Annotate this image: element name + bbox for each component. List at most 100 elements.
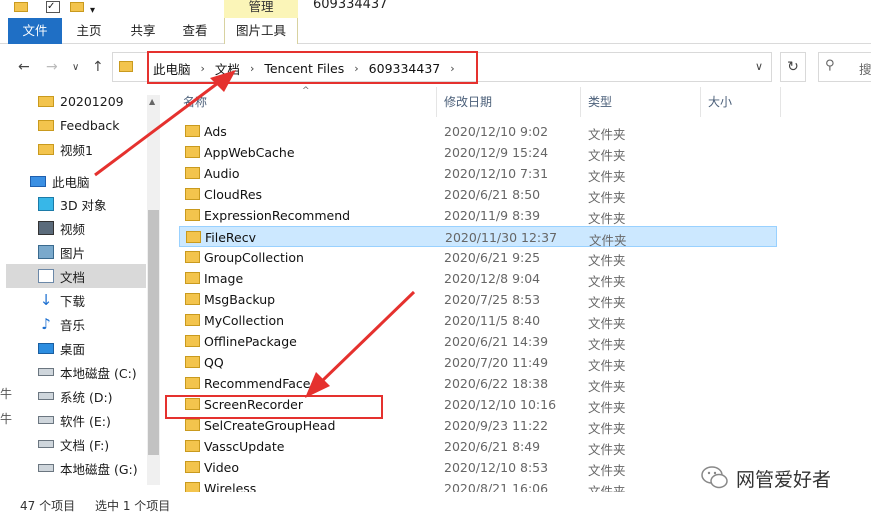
file-name: ExpressionRecommend [204, 208, 351, 223]
tab-view[interactable]: 查看 [180, 18, 210, 44]
music-icon: ♪ [41, 315, 51, 333]
sidebar-item-label: 软件 (E:) [60, 413, 111, 429]
3d-objects-icon [38, 197, 54, 211]
download-icon: ↓ [39, 291, 53, 309]
table-row[interactable]: OfflinePackage 2020/6/21 14:39 文件夹 [179, 331, 777, 352]
search-input[interactable]: ⚲ 搜 [818, 52, 871, 82]
folder-icon [119, 61, 133, 72]
table-row[interactable]: AppWebCache 2020/12/9 15:24 文件夹 [179, 142, 777, 163]
folder-icon [185, 377, 200, 389]
tab-home[interactable]: 主页 [74, 18, 104, 44]
new-folder-icon[interactable] [70, 2, 84, 12]
sidebar-item-label: 系统 (D:) [60, 389, 113, 405]
file-date: 2020/12/10 8:53 [444, 460, 549, 475]
refresh-button[interactable]: ↻ [780, 52, 806, 82]
sidebar-item-documents[interactable]: 文档 [6, 264, 146, 288]
column-header-type[interactable]: 类型 [588, 87, 612, 117]
back-arrow-icon[interactable]: ← [18, 59, 30, 75]
customize-dropdown-icon[interactable]: ▾ [90, 2, 95, 18]
forward-arrow-icon[interactable]: → [46, 59, 58, 75]
file-date: 2020/12/10 10:16 [444, 397, 557, 412]
folder-icon [185, 167, 200, 179]
file-date: 2020/11/9 8:39 [444, 208, 541, 223]
table-row[interactable]: VasscUpdate 2020/6/21 8:49 文件夹 [179, 436, 777, 457]
recent-locations-icon[interactable]: ∨ [72, 62, 79, 73]
file-date: 2020/6/21 9:25 [444, 250, 541, 265]
sidebar-scrollbar[interactable]: ▲ [147, 95, 160, 485]
column-header-size[interactable]: 大小 [708, 87, 732, 117]
file-type: 文件夹 [588, 421, 626, 436]
sidebar-item-label: 视频 [60, 221, 86, 237]
scrollbar-thumb[interactable] [148, 210, 159, 455]
file-date: 2020/7/25 8:53 [444, 292, 541, 307]
table-row[interactable]: MyCollection 2020/11/5 8:40 文件夹 [179, 310, 777, 331]
sidebar-item-label: 视频1 [60, 142, 93, 158]
table-row[interactable]: MsgBackup 2020/7/25 8:53 文件夹 [179, 289, 777, 310]
properties-check-icon[interactable]: ✓ [46, 1, 60, 13]
file-type: 文件夹 [588, 148, 626, 163]
file-name: Video [204, 460, 240, 475]
pc-icon [30, 175, 46, 187]
file-date: 2020/12/10 7:31 [444, 166, 549, 181]
up-arrow-icon[interactable]: ↑ [92, 59, 104, 75]
navigation-pane: 牛 牛 20201209 Feedback 视频1 此电脑 3D 对象 视频 图… [0, 87, 160, 492]
file-date: 2020/12/9 15:24 [444, 145, 549, 160]
table-row[interactable]: RecommendFace 2020/6/22 18:38 文件夹 [179, 373, 777, 394]
file-name: CloudRes [204, 187, 263, 202]
sidebar-item-label: 本地磁盘 (G:) [60, 461, 138, 477]
document-icon [38, 269, 54, 283]
file-type: 文件夹 [588, 169, 626, 184]
wechat-logo-icon [701, 466, 728, 489]
table-row[interactable]: QQ 2020/7/20 11:49 文件夹 [179, 352, 777, 373]
tab-file[interactable]: 文件 [8, 18, 62, 44]
table-row[interactable]: Wireless 2020/8/21 16:06 文件夹 [179, 478, 777, 492]
folder-icon [185, 419, 200, 431]
table-row[interactable]: Image 2020/12/8 9:04 文件夹 [179, 268, 777, 289]
folder-icon [185, 314, 200, 326]
file-list: ^ 名称 修改日期 类型 大小 Ads 2020/12/10 9:02 文件夹 Ap… [165, 86, 871, 492]
file-type: 文件夹 [588, 400, 626, 415]
file-type: 文件夹 [588, 463, 626, 478]
file-name: VasscUpdate [204, 439, 285, 454]
file-type: 文件夹 [588, 253, 626, 268]
table-row-selected[interactable]: FileRecv 2020/11/30 12:37 文件夹 [179, 226, 777, 248]
tab-picture-tools[interactable]: 图片工具 [224, 18, 298, 44]
table-row[interactable]: Ads 2020/12/10 9:02 文件夹 [179, 121, 777, 142]
clipped-edge-text: 牛 [0, 412, 13, 426]
drive-icon [38, 416, 54, 424]
watermark: 网管爱好者 [700, 463, 831, 493]
file-type: 文件夹 [588, 190, 626, 205]
ribbon-tabs: 管理 文件 主页 共享 查看 图片工具 [0, 0, 871, 44]
picture-icon [38, 245, 54, 259]
item-count: 47 个项目 [20, 499, 76, 513]
file-date: 2020/8/21 16:06 [444, 481, 549, 492]
column-header-name[interactable]: 名称 [183, 87, 207, 117]
search-icon: ⚲ [825, 58, 835, 73]
folder-icon [185, 125, 200, 137]
table-row[interactable]: Video 2020/12/10 8:53 文件夹 [179, 457, 777, 478]
sidebar-item-label: 桌面 [60, 341, 86, 357]
file-date: 2020/7/20 11:49 [444, 355, 549, 370]
quick-access-toolbar: ✓ ▾ 609334437 [0, 0, 871, 18]
chevron-down-icon[interactable]: ∨ [755, 60, 763, 73]
file-name: Image [204, 271, 244, 286]
table-row[interactable]: CloudRes 2020/6/21 8:50 文件夹 [179, 184, 777, 205]
scroll-up-icon[interactable]: ▲ [149, 97, 155, 106]
column-divider[interactable] [700, 87, 701, 117]
table-row[interactable]: ExpressionRecommend 2020/11/9 8:39 文件夹 [179, 205, 777, 226]
folder-icon [186, 231, 201, 243]
file-type: 文件夹 [588, 127, 626, 142]
video-icon [38, 221, 54, 235]
column-divider[interactable] [436, 87, 437, 117]
column-header-date[interactable]: 修改日期 [444, 87, 492, 117]
table-row[interactable]: Audio 2020/12/10 7:31 文件夹 [179, 163, 777, 184]
folder-icon[interactable] [14, 2, 28, 12]
column-divider[interactable] [780, 87, 781, 117]
table-row[interactable]: GroupCollection 2020/6/21 9:25 文件夹 [179, 247, 777, 268]
tab-share[interactable]: 共享 [128, 18, 158, 44]
folder-icon [185, 146, 200, 158]
file-name: MyCollection [204, 313, 285, 328]
file-name: FileRecv [205, 230, 257, 245]
sidebar-item-label: 图片 [60, 245, 86, 261]
column-divider[interactable] [580, 87, 581, 117]
